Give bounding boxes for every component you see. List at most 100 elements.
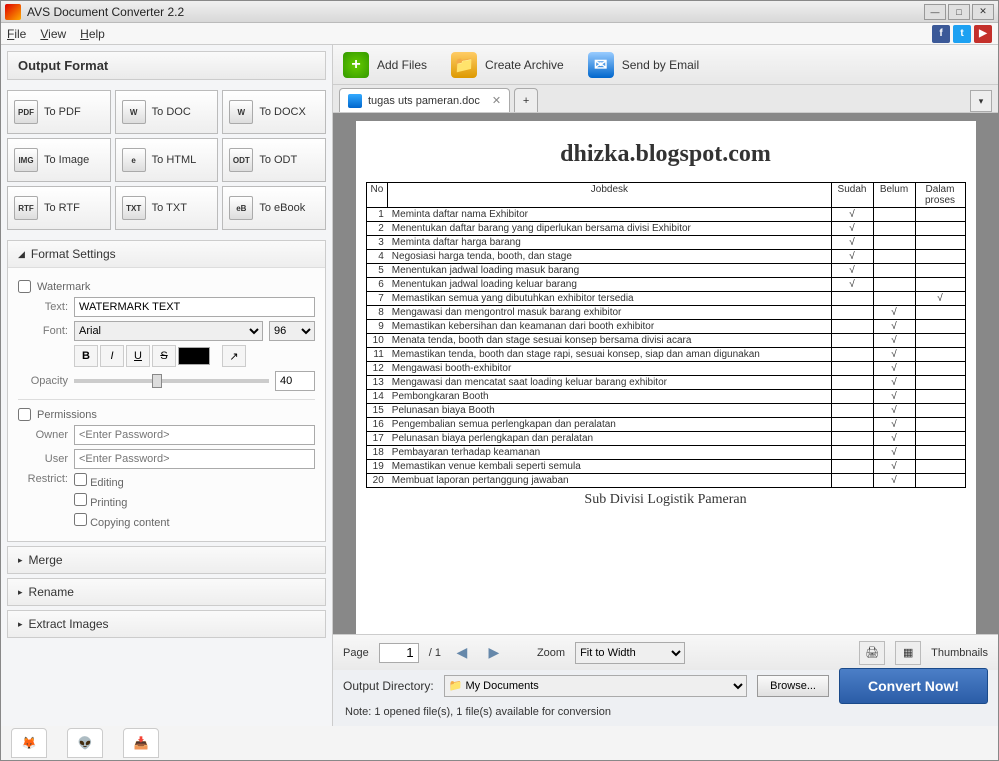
- format-to-odt[interactable]: ODTTo ODT: [222, 138, 326, 182]
- minimize-button[interactable]: —: [924, 4, 946, 20]
- watermark-checkbox[interactable]: [18, 280, 31, 293]
- restrict-label: Restrict:: [18, 473, 68, 485]
- titlebar: AVS Document Converter 2.2 — □ ✕: [1, 1, 998, 23]
- blog-title: dhizka.blogspot.com: [366, 141, 966, 168]
- color-picker[interactable]: [178, 347, 210, 365]
- restrict-printing-checkbox[interactable]: [74, 493, 87, 506]
- pager-bar: Page / 1 ◀ ▶ Zoom Fit to Width 🖨 ▦ Thumb…: [333, 634, 998, 670]
- output-row: Output Directory: 📁 My Documents Browse.…: [333, 670, 998, 702]
- zoom-select[interactable]: Fit to Width: [575, 642, 685, 664]
- close-button[interactable]: ✕: [972, 4, 994, 20]
- download-icon[interactable]: 📥: [123, 728, 159, 758]
- page-number-input[interactable]: [379, 643, 419, 663]
- format-to-docx[interactable]: WTo DOCX: [222, 90, 326, 134]
- table-row: 7Memastikan semua yang dibutuhkan exhibi…: [366, 292, 965, 306]
- table-row: 6Menentukan jadwal loading keluar barang…: [366, 278, 965, 292]
- page-total: / 1: [429, 647, 441, 659]
- format-settings-header[interactable]: ◢Format Settings: [8, 241, 325, 268]
- merge-header[interactable]: ▸Merge: [8, 547, 325, 573]
- zoom-label: Zoom: [537, 647, 565, 659]
- add-files-button[interactable]: +Add Files: [343, 52, 427, 78]
- opacity-slider[interactable]: [74, 379, 269, 383]
- alien-icon[interactable]: 👽: [67, 728, 103, 758]
- tab-close-button[interactable]: ✕: [492, 94, 501, 107]
- print-button[interactable]: 🖨: [859, 641, 885, 665]
- italic-button[interactable]: I: [100, 345, 124, 367]
- underline-button[interactable]: U: [126, 345, 150, 367]
- status-note: Note: 1 opened file(s), 1 file(s) availa…: [333, 702, 998, 726]
- menu-file[interactable]: File: [7, 27, 26, 41]
- folder-icon: 📁: [451, 52, 477, 78]
- page-label: Page: [343, 647, 369, 659]
- left-panel: Output Format PDFTo PDFWTo DOCWTo DOCXIM…: [1, 45, 333, 726]
- extract-section: ▸Extract Images: [7, 610, 326, 638]
- send-email-button[interactable]: ✉Send by Email: [588, 52, 699, 78]
- strike-button[interactable]: S: [152, 345, 176, 367]
- tab-dropdown-button[interactable]: ▾: [970, 90, 992, 112]
- document-tab[interactable]: tugas uts pameran.doc ✕: [339, 88, 510, 112]
- wm-text-label: Text:: [18, 301, 68, 313]
- thumbnails-icon[interactable]: ▦: [895, 641, 921, 665]
- table-row: 17Pelunasan biaya perlengkapan dan peral…: [366, 432, 965, 446]
- watermark-font-select[interactable]: Arial: [74, 321, 263, 341]
- tab-bar: tugas uts pameran.doc ✕ + ▾: [333, 85, 998, 113]
- user-password-input[interactable]: [74, 449, 315, 469]
- watermark-text-input[interactable]: [74, 297, 315, 317]
- word-icon: [348, 94, 362, 108]
- opacity-value[interactable]: [275, 371, 315, 391]
- opacity-label: Opacity: [18, 375, 68, 387]
- firefox-icon[interactable]: 🦊: [11, 728, 47, 758]
- format-settings-section: ◢Format Settings Watermark Text: Font: A…: [7, 240, 326, 542]
- restrict-editing-checkbox[interactable]: [74, 473, 87, 486]
- extract-header[interactable]: ▸Extract Images: [8, 611, 325, 637]
- output-dir-select[interactable]: 📁 My Documents: [444, 675, 747, 697]
- table-row: 16Pengembalian semua perlengkapan dan pe…: [366, 418, 965, 432]
- twitter-icon[interactable]: t: [953, 25, 971, 43]
- format-to-doc[interactable]: WTo DOC: [115, 90, 219, 134]
- format-to-ebook[interactable]: eBTo eBook: [222, 186, 326, 230]
- window-title: AVS Document Converter 2.2: [27, 5, 922, 19]
- format-icon: PDF: [14, 100, 38, 124]
- taskbar: 🦊 👽 📥: [1, 726, 998, 760]
- prev-page-button[interactable]: ◀: [451, 643, 473, 663]
- format-icon: eB: [229, 196, 253, 220]
- bold-button[interactable]: B: [74, 345, 98, 367]
- restrict-copying-checkbox[interactable]: [74, 513, 87, 526]
- watermark-label: Watermark: [37, 281, 90, 293]
- format-to-image[interactable]: IMGTo Image: [7, 138, 111, 182]
- tab-label: tugas uts pameran.doc: [368, 95, 480, 107]
- orientation-button[interactable]: ↗: [222, 345, 246, 367]
- browse-button[interactable]: Browse...: [757, 675, 829, 697]
- facebook-icon[interactable]: f: [932, 25, 950, 43]
- table-row: 10Menata tenda, booth dan stage sesuai k…: [366, 334, 965, 348]
- table-row: 15Pelunasan biaya Booth√: [366, 404, 965, 418]
- table-row: 9Memastikan kebersihan dan keamanan dari…: [366, 320, 965, 334]
- permissions-checkbox[interactable]: [18, 408, 31, 421]
- permissions-label: Permissions: [37, 409, 97, 421]
- format-to-txt[interactable]: TXTTo TXT: [115, 186, 219, 230]
- convert-button[interactable]: Convert Now!: [839, 668, 988, 704]
- owner-password-input[interactable]: [74, 425, 315, 445]
- maximize-button[interactable]: □: [948, 4, 970, 20]
- wm-font-label: Font:: [18, 325, 68, 337]
- new-tab-button[interactable]: +: [514, 88, 538, 112]
- create-archive-button[interactable]: 📁Create Archive: [451, 52, 564, 78]
- youtube-icon[interactable]: ▶: [974, 25, 992, 43]
- format-to-html[interactable]: eTo HTML: [115, 138, 219, 182]
- thumbnails-label[interactable]: Thumbnails: [931, 647, 988, 659]
- menubar: File View Help f t ▶: [1, 23, 998, 45]
- next-page-button[interactable]: ▶: [483, 643, 505, 663]
- menu-help[interactable]: Help: [80, 27, 105, 41]
- table-row: 11Memastikan tenda, booth dan stage rapi…: [366, 348, 965, 362]
- rename-header[interactable]: ▸Rename: [8, 579, 325, 605]
- mail-icon: ✉: [588, 52, 614, 78]
- format-to-pdf[interactable]: PDFTo PDF: [7, 90, 111, 134]
- menu-view[interactable]: View: [40, 27, 66, 41]
- jobdesk-table: No Jobdesk Sudah Belum Dalam proses 1Mem…: [366, 182, 966, 488]
- document-viewport[interactable]: dhizka.blogspot.com No Jobdesk Sudah Bel…: [333, 113, 998, 634]
- format-to-rtf[interactable]: RTFTo RTF: [7, 186, 111, 230]
- main-toolbar: +Add Files 📁Create Archive ✉Send by Emai…: [333, 45, 998, 85]
- format-icon: e: [122, 148, 146, 172]
- table-row: 1Meminta daftar nama Exhibitor√: [366, 208, 965, 222]
- watermark-size-select[interactable]: 96: [269, 321, 315, 341]
